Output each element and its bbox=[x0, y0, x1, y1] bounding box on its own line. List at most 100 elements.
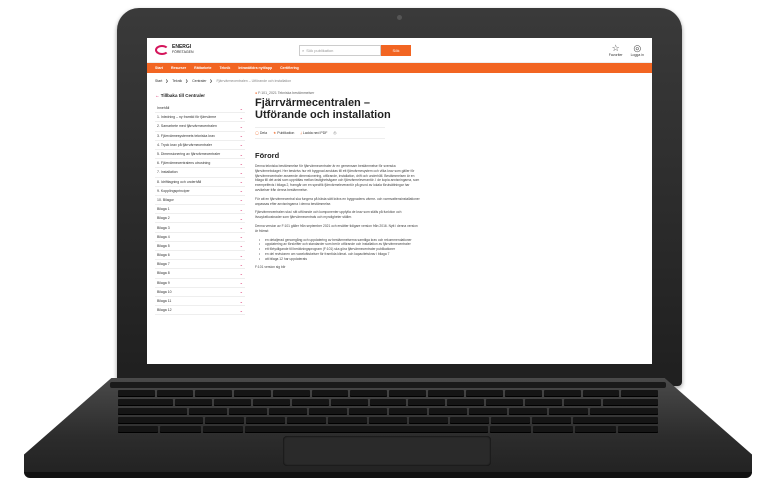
chevron-down-icon: ⌄ bbox=[239, 206, 243, 212]
paragraph: Fjärrvärmecentralen ska i sitt utförande… bbox=[255, 210, 402, 220]
chevron-down-icon: ⌄ bbox=[239, 188, 243, 194]
chevron-down-icon: ⌄ bbox=[239, 243, 243, 249]
search-placeholder: Sök publikation bbox=[306, 47, 334, 53]
sidebar-item[interactable]: Bilaga 7 ⌄ bbox=[155, 260, 245, 270]
chevron-down-icon: ⌄ bbox=[239, 289, 243, 295]
nav-item[interactable]: Resurser bbox=[171, 66, 186, 70]
browser-screen: ENERGI FÖRETAGEN ⌕ Sök publikation Sök ☆… bbox=[147, 38, 652, 364]
chevron-down-icon: ⌄ bbox=[239, 179, 243, 185]
chevron-down-icon: ⌄ bbox=[239, 105, 243, 111]
chevron-down-icon: ⌄ bbox=[239, 114, 243, 120]
search-button[interactable]: Sök bbox=[381, 44, 411, 56]
chevron-down-icon: ⌄ bbox=[239, 151, 243, 157]
breadcrumb-current: Fjärrvärmecentralen – Utförande och inst… bbox=[216, 79, 292, 83]
sidebar-item[interactable]: 10. Bilagor ⌄ bbox=[155, 196, 245, 206]
sidebar-item[interactable]: Innehåll ⌄ bbox=[155, 104, 245, 114]
sidebar-item-label: Bilaga 11 bbox=[157, 299, 172, 304]
back-link[interactable]: ← Tillbaka till Centraler bbox=[155, 93, 245, 98]
sidebar-item-label: 1. Inledning – ny framtid för fjärrvärme bbox=[157, 115, 217, 120]
keyboard bbox=[118, 390, 659, 433]
sidebar-item-label: Bilaga 1 bbox=[157, 207, 170, 212]
sidebar-item[interactable]: 1. Inledning – ny framtid för fjärrvärme… bbox=[155, 113, 245, 123]
site-header: ENERGI FÖRETAGEN ⌕ Sök publikation Sök ☆… bbox=[147, 38, 652, 63]
sidebar-item[interactable]: 4. Tryck krav på fjärrvärmecentraler ⌄ bbox=[155, 141, 245, 150]
nav-item[interactable]: Rättarbete bbox=[194, 66, 211, 70]
sidebar-item[interactable]: 6. Fjärrvärmecentralens utrustning ⌄ bbox=[155, 159, 245, 169]
sidebar-item[interactable]: 2. Samarbete med fjärrvärmecentralen ⌄ bbox=[155, 122, 245, 132]
sidebar-item[interactable]: Bilaga 6 ⌄ bbox=[155, 251, 245, 261]
sidebar-item-label: Innehåll bbox=[157, 106, 170, 111]
sidebar-item[interactable]: Bilaga 1 ⌄ bbox=[155, 205, 245, 215]
sidebar-item[interactable]: Bilaga 12 ⌄ bbox=[155, 306, 245, 316]
search-icon: ⌕ bbox=[302, 47, 305, 53]
sidebar-item-label: Bilaga 3 bbox=[157, 225, 170, 230]
publication-button[interactable]: ★ Publikation bbox=[273, 131, 294, 135]
document-tag: ● F:101_2021 Tekniska bestämmelser bbox=[255, 91, 315, 95]
login-button[interactable]: ◎ Logga in bbox=[631, 43, 644, 57]
chevron-down-icon: ⌄ bbox=[239, 160, 243, 166]
sidebar-item[interactable]: Bilaga 10 ⌄ bbox=[155, 288, 245, 297]
sidebar-item[interactable]: Bilaga 5 ⌄ bbox=[155, 242, 245, 251]
sidebar-item[interactable]: Bilaga 4 ⌄ bbox=[155, 233, 245, 242]
sidebar: ← Tillbaka till Centraler Innehåll ⌄ 1. In… bbox=[155, 89, 245, 316]
breadcrumb: Start ❯ Teknik ❯ Centraler ❯ Fjärrvärmecent… bbox=[155, 79, 292, 83]
sidebar-item[interactable]: Bilaga 8 ⌄ bbox=[155, 269, 245, 279]
sidebar-item[interactable]: 8. Idrifttagning och underhåll ⌄ bbox=[155, 178, 245, 187]
chevron-down-icon: ⌄ bbox=[239, 169, 243, 175]
nav-item[interactable]: Certifiering bbox=[280, 66, 299, 70]
download-icon: ⤓ bbox=[300, 131, 302, 135]
breadcrumb-item[interactable]: Teknik bbox=[172, 79, 182, 83]
print-icon[interactable]: ⎙ bbox=[333, 131, 336, 135]
favorites-button[interactable]: ☆ Favoriter bbox=[609, 43, 623, 57]
login-label: Logga in bbox=[630, 53, 644, 57]
download-pdf-button[interactable]: ⤓ Ladda ned PDF bbox=[300, 131, 327, 135]
paragraph: För att en fjärrvärmecentral ska fungera… bbox=[255, 196, 420, 206]
search-input[interactable]: ⌕ Sök publikation bbox=[299, 44, 381, 56]
share-button[interactable]: ◯ Dela bbox=[255, 131, 267, 135]
chevron-down-icon: ⌄ bbox=[239, 252, 243, 258]
star-icon: ☆ bbox=[611, 43, 620, 53]
sidebar-item[interactable]: Bilaga 9 ⌄ bbox=[155, 279, 245, 288]
sidebar-item[interactable]: Bilaga 2 ⌄ bbox=[155, 214, 245, 224]
chevron-down-icon: ⌄ bbox=[239, 270, 243, 276]
sidebar-item-label: Bilaga 9 bbox=[157, 280, 170, 285]
breadcrumb-item[interactable]: Start bbox=[155, 79, 162, 83]
sidebar-item[interactable]: 3. Fjärrvärmesystemets tekniska krav ⌄ bbox=[155, 132, 245, 141]
chevron-down-icon: ⌄ bbox=[239, 280, 243, 286]
webcam-icon bbox=[397, 15, 402, 20]
sidebar-item-label: 5. Dimensionering av fjärrvärmecentraler bbox=[157, 152, 221, 157]
nav-item[interactable]: Intranät/dra nytt/app bbox=[238, 66, 272, 70]
paragraph: Denna version av F:101 gäller från septe… bbox=[255, 223, 418, 233]
sidebar-item-label: 3. Fjärrvärmesystemets tekniska krav bbox=[157, 133, 215, 138]
chevron-down-icon: ⌄ bbox=[239, 197, 243, 203]
sidebar-item-label: Bilaga 5 bbox=[157, 243, 170, 248]
sidebar-item[interactable]: Bilaga 11 ⌄ bbox=[155, 297, 245, 307]
table-of-contents: Innehåll ⌄ 1. Inledning – ny framtid för f… bbox=[155, 104, 245, 316]
chevron-down-icon: ⌄ bbox=[239, 298, 243, 304]
site-logo[interactable]: ENERGI FÖRETAGEN bbox=[155, 45, 295, 55]
laptop-hinge bbox=[110, 382, 666, 388]
touchpad[interactable] bbox=[283, 436, 491, 466]
star-icon: ★ bbox=[273, 131, 277, 135]
main-nav: Start Resurser Rättarbete Teknik Intranä… bbox=[147, 63, 652, 73]
sidebar-item[interactable]: Bilaga 3 ⌄ bbox=[155, 223, 245, 233]
sidebar-item-label: Bilaga 6 bbox=[157, 253, 170, 258]
list-item: att bilaga 12 har uppdaterats bbox=[255, 257, 425, 262]
sidebar-item-label: 4. Tryck krav på fjärrvärmecentraler bbox=[157, 142, 213, 147]
paragraph: F:101 version sig blir bbox=[255, 264, 286, 269]
sidebar-item-label: 7. Installation bbox=[157, 170, 178, 175]
breadcrumb-item[interactable]: Centraler bbox=[192, 79, 206, 83]
article: ● F:101_2021 Tekniska bestämmelser Fjärr… bbox=[255, 89, 644, 315]
nav-item[interactable]: Start bbox=[155, 66, 163, 70]
logo-icon bbox=[155, 45, 169, 55]
chevron-down-icon: ⌄ bbox=[239, 123, 243, 129]
sidebar-item[interactable]: 5. Dimensionering av fjärrvärmecentraler… bbox=[155, 150, 245, 160]
sidebar-item[interactable]: 7. Installation ⌄ bbox=[155, 168, 245, 178]
nav-item[interactable]: Teknik bbox=[219, 66, 230, 70]
sidebar-item[interactable]: 9. Kopplingsprinciper ⌄ bbox=[155, 187, 245, 196]
user-icon: ◎ bbox=[633, 43, 642, 53]
chevron-down-icon: ⌄ bbox=[239, 234, 243, 240]
sidebar-item-label: 8. Idrifttagning och underhåll bbox=[157, 179, 202, 184]
sidebar-item-label: 10. Bilagor bbox=[157, 197, 174, 202]
chevron-down-icon: ⌄ bbox=[239, 215, 243, 221]
